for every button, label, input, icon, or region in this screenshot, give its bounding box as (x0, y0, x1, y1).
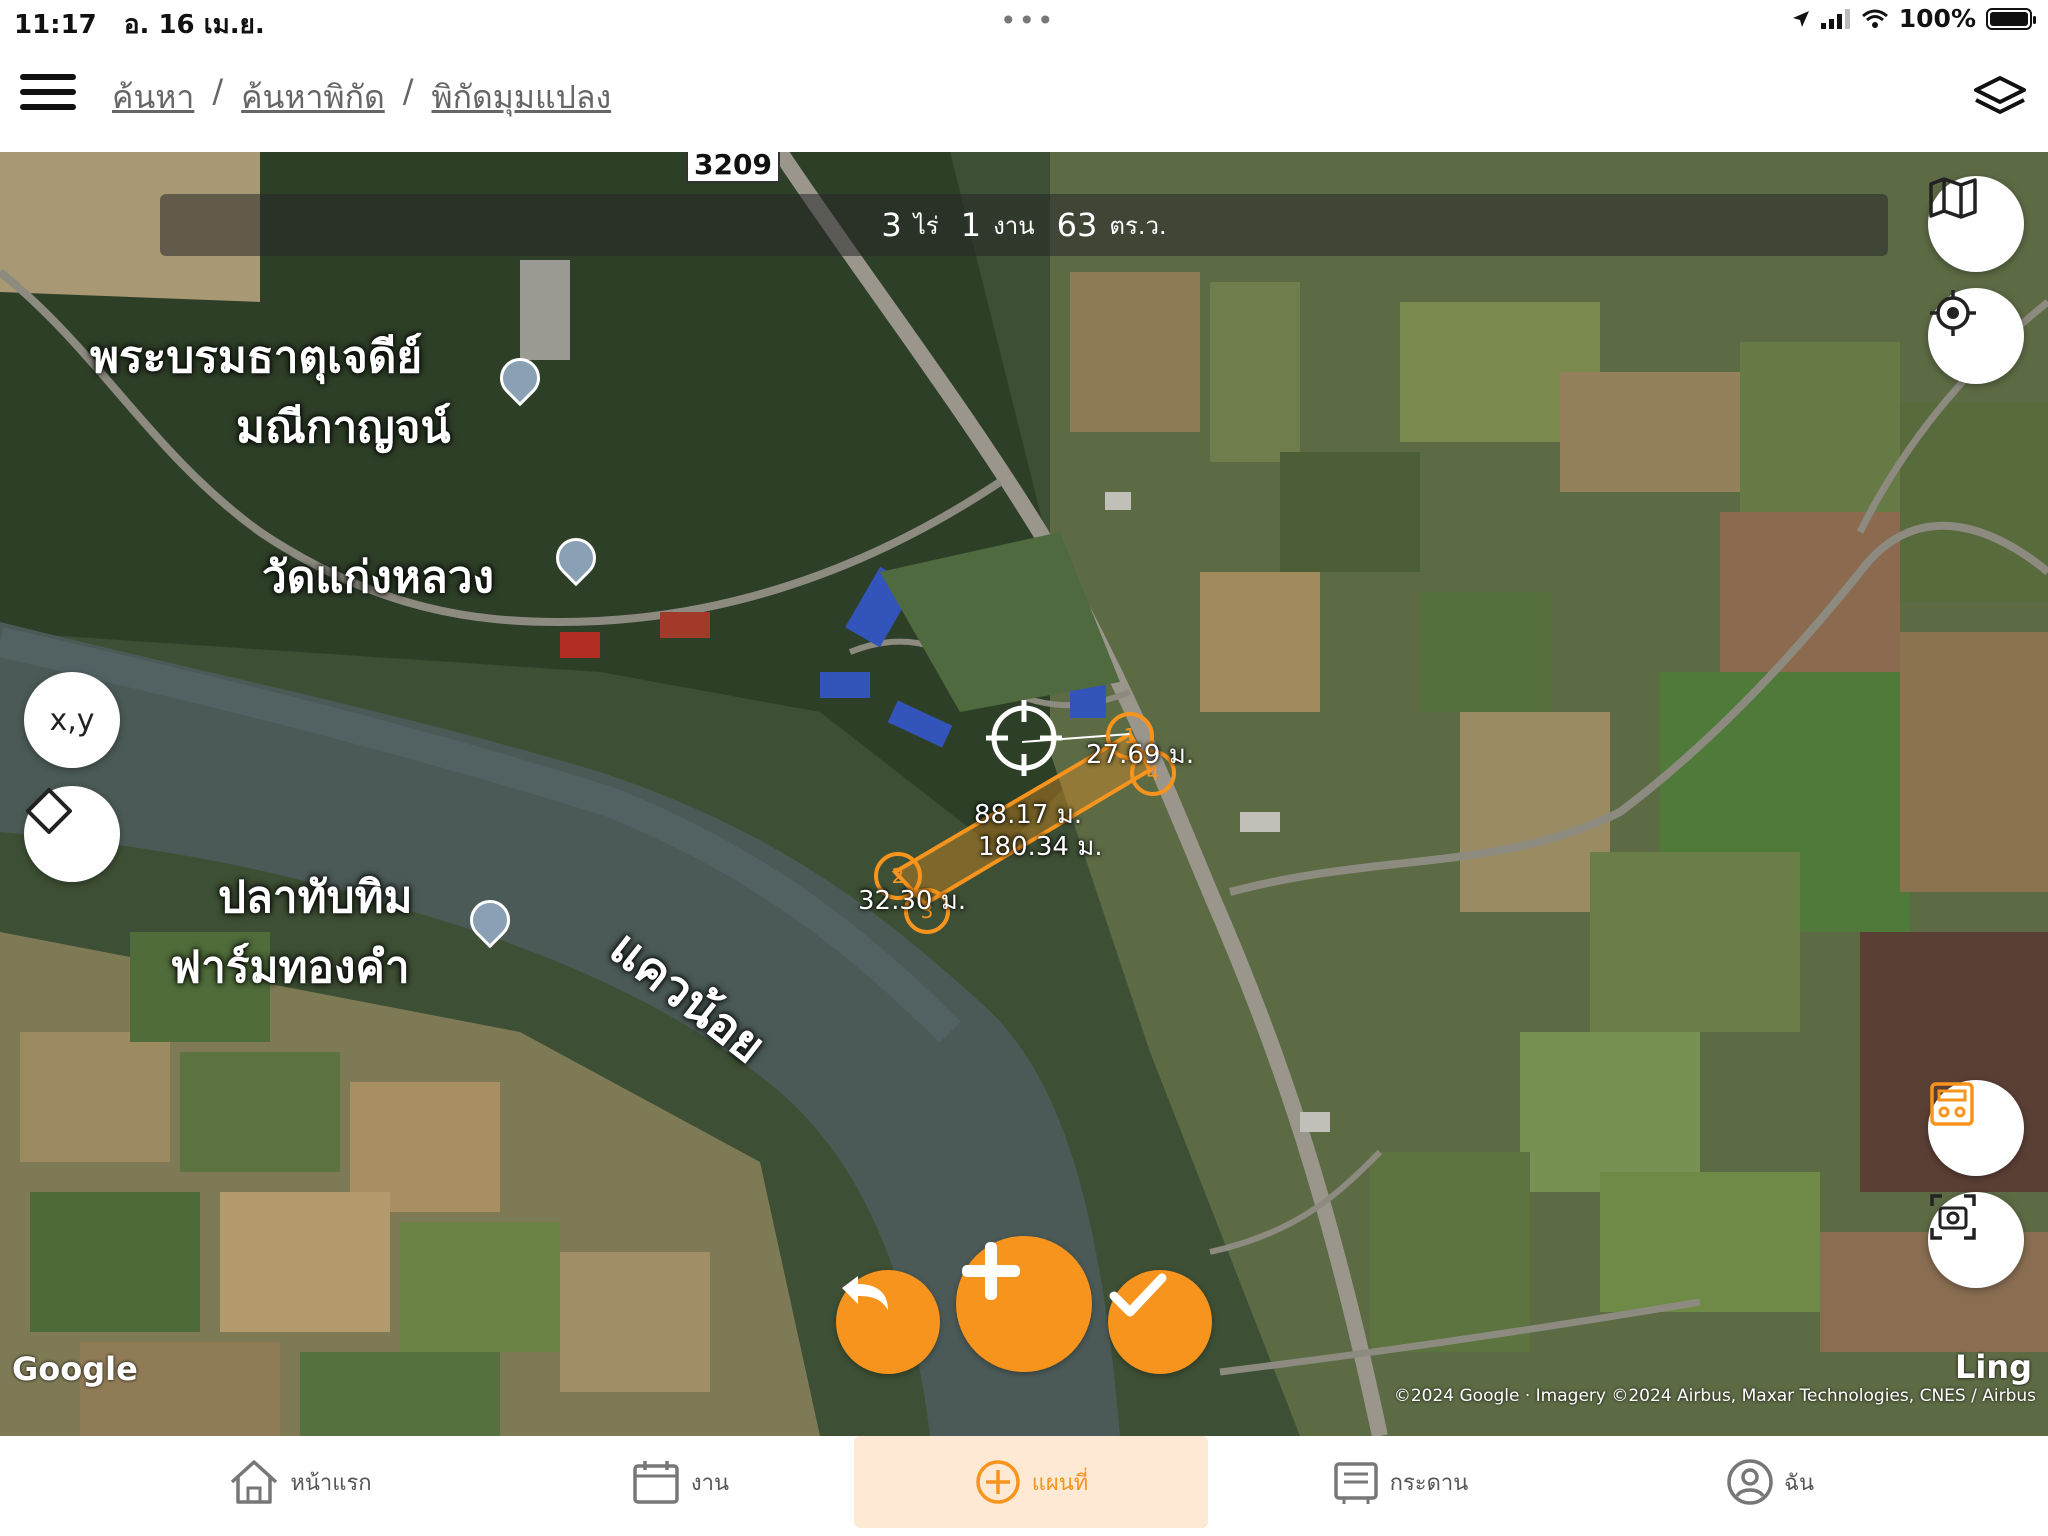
screenshot-button[interactable] (1928, 1192, 2024, 1288)
camera-capture-icon (1930, 1194, 1976, 1240)
place-label-farm-line1: ปลาทับทิม (218, 872, 413, 923)
distance-label: 27.69 ม. (1086, 740, 1195, 770)
nav-item-tasks[interactable]: งาน (580, 1436, 780, 1528)
google-logo: Google (12, 1350, 138, 1388)
diamond-icon (26, 788, 72, 834)
area-rai-value: 3 (881, 206, 902, 244)
battery-icon (1986, 7, 2036, 30)
breadcrumb: ค้นหา / ค้นหาพิกัด / พิกัดมุมแปลง (112, 72, 611, 123)
breadcrumb-separator: / (402, 72, 414, 110)
target-location-icon (1930, 290, 1976, 336)
distance-label: 180.34 ม. (978, 832, 1103, 862)
place-label-stupa-line1: พระบรมธาตุเจดีย์ (90, 332, 423, 383)
breadcrumb-separator: / (212, 72, 224, 110)
undo-icon (842, 1276, 888, 1310)
place-label-farm-line2: ฟาร์มทองคำ (170, 942, 410, 993)
board-icon (1333, 1462, 1378, 1504)
breadcrumb-parcel-corner-coordinates[interactable]: พิกัดมุมแปลง (432, 72, 612, 123)
nav-label-map: แผนที่ (1031, 1470, 1089, 1496)
top-bar: ค้นหา / ค้นหาพิกัด / พิกัดมุมแปลง (0, 40, 2048, 152)
map-watermark: Ling (1954, 1348, 2032, 1386)
wifi-icon (1861, 9, 1888, 28)
status-date: อ. 16 เม.ย. (123, 10, 265, 40)
layers-icon[interactable] (1972, 72, 2028, 122)
nav-item-map[interactable]: แผนที่ (854, 1436, 1208, 1528)
status-time: 11:17 อ. 16 เม.ย. (14, 4, 265, 45)
nav-label-tasks: งาน (690, 1470, 730, 1496)
nav-item-home[interactable]: หน้าแรก (200, 1436, 400, 1528)
map-icon (1929, 177, 1977, 219)
status-bar: 11:17 อ. 16 เม.ย. ••• 100% (0, 0, 2048, 40)
signal-icon (1820, 8, 1850, 29)
area-rai-unit: ไร่ (913, 211, 939, 240)
parcel-shape-button[interactable] (24, 786, 120, 882)
map-attribution: ©2024 Google · Imagery ©2024 Airbus, Max… (1393, 1386, 2036, 1406)
crosshair-icon (986, 700, 1062, 776)
confirm-button[interactable] (1108, 1270, 1212, 1374)
check-icon (1109, 1273, 1167, 1317)
nav-item-board[interactable]: กระดาน (1320, 1436, 1480, 1528)
undo-button[interactable] (836, 1270, 940, 1374)
satellite-map[interactable]: 3 ไร่ 1 งาน 63 ตร.ว. 3209 พระบรมธาตุเจดี… (0, 152, 2048, 1436)
area-ngan-unit: งาน (993, 211, 1035, 240)
battery-percent: 100% (1898, 4, 1976, 33)
plus-circle-icon (975, 1460, 1020, 1504)
status-clock: 11:17 (14, 10, 97, 40)
user-icon (1727, 1459, 1773, 1505)
area-wa-value: 63 (1056, 206, 1098, 244)
nav-label-home: หน้าแรก (290, 1470, 372, 1496)
my-location-button[interactable] (1928, 288, 2024, 384)
status-indicators: 100% (1791, 4, 2036, 33)
nav-item-me[interactable]: ฉัน (1700, 1436, 1840, 1528)
location-arrow-icon (1792, 10, 1809, 27)
plus-icon (962, 1242, 1020, 1300)
area-summary: 3 ไร่ 1 งาน 63 ตร.ว. (160, 194, 1888, 256)
multitask-dots[interactable]: ••• (1000, 4, 1056, 37)
bottom-navigation: หน้าแรก งาน แผนที่ กระดาน ฉัน (0, 1436, 2048, 1536)
calculator-button[interactable] (1928, 1080, 2024, 1176)
breadcrumb-search-coordinates[interactable]: ค้นหาพิกัด (241, 72, 385, 123)
place-label-stupa-line2: มณีกาญจน์ (236, 402, 451, 453)
home-icon (231, 1460, 278, 1504)
xy-button-label: x,y (49, 702, 95, 738)
place-label-temple: วัดแก่งหลวง (262, 552, 494, 603)
area-wa-unit: ตร.ว. (1109, 211, 1167, 240)
nav-label-me: ฉัน (1783, 1470, 1815, 1496)
xy-coordinate-button[interactable]: x,y (24, 672, 120, 768)
breadcrumb-search[interactable]: ค้นหา (112, 72, 194, 123)
hamburger-menu-icon[interactable] (20, 74, 76, 118)
calendar-icon (633, 1461, 679, 1504)
map-type-button[interactable] (1928, 176, 2024, 272)
calculator-icon (1930, 1082, 1974, 1126)
road-number-label: 3209 (686, 152, 780, 183)
area-ngan-value: 1 (960, 206, 982, 244)
nav-label-board: กระดาน (1389, 1470, 1469, 1496)
distance-label: 32.30 ม. (858, 886, 967, 916)
add-point-button[interactable] (956, 1236, 1092, 1372)
